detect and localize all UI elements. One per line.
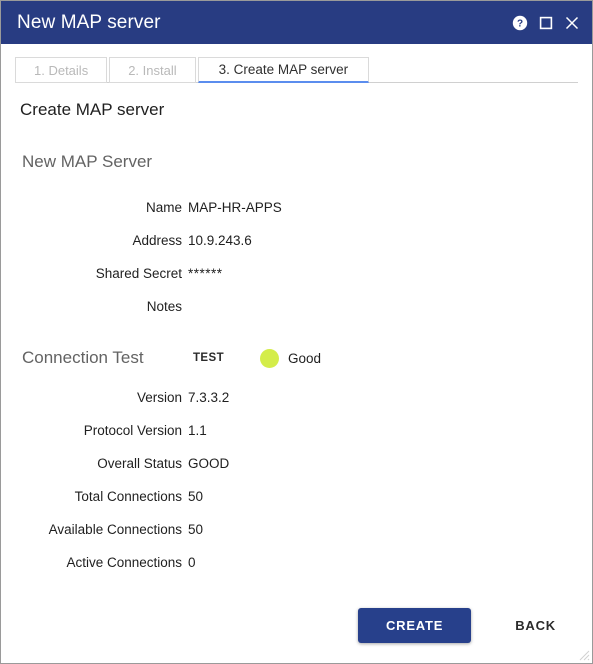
wizard-tabs: 1. Details 2. Install 3. Create MAP serv… bbox=[1, 44, 592, 83]
status-badge: Good bbox=[288, 350, 322, 366]
result-row-available-connections: Available Connections 50 bbox=[15, 522, 578, 537]
result-value-version: 7.3.3.2 bbox=[188, 390, 230, 405]
maximize-icon[interactable] bbox=[539, 16, 553, 30]
window-title: New MAP server bbox=[17, 11, 161, 33]
result-label-total-connections: Total Connections bbox=[74, 489, 182, 504]
result-value-overall-status: GOOD bbox=[188, 456, 230, 471]
result-label-overall-status: Overall Status bbox=[97, 456, 182, 471]
result-label-active-connections: Active Connections bbox=[66, 555, 182, 570]
result-value-available-connections: 50 bbox=[188, 522, 204, 537]
connection-test-row: Connection Test TEST Good bbox=[22, 348, 578, 368]
server-fields-list: Name MAP-HR-APPS Address 10.9.243.6 Shar… bbox=[15, 200, 578, 314]
section-title-new-map-server: New MAP Server bbox=[22, 152, 153, 171]
test-results-list: Version 7.3.3.2 Protocol Version 1.1 Ove… bbox=[15, 390, 578, 570]
result-row-protocol-version: Protocol Version 1.1 bbox=[15, 423, 578, 438]
tab-details[interactable]: 1. Details bbox=[15, 57, 108, 83]
resize-grip[interactable] bbox=[576, 647, 590, 661]
result-value-active-connections: 0 bbox=[188, 555, 196, 570]
window-titlebar: New MAP server ? bbox=[1, 1, 592, 44]
result-row-active-connections: Active Connections 0 bbox=[15, 555, 578, 570]
tab-create-map-server[interactable]: 3. Create MAP server bbox=[197, 57, 370, 83]
wizard-content: Create MAP server New MAP Server Name MA… bbox=[1, 100, 592, 570]
field-label-notes: Notes bbox=[146, 299, 182, 314]
connection-test-title: Connection Test bbox=[22, 348, 144, 367]
status-indicator-dot bbox=[260, 348, 279, 368]
back-button[interactable]: BACK bbox=[501, 608, 570, 643]
result-label-available-connections: Available Connections bbox=[48, 522, 182, 537]
help-icon[interactable]: ? bbox=[512, 15, 528, 31]
close-icon[interactable] bbox=[564, 15, 580, 31]
field-value-name: MAP-HR-APPS bbox=[188, 200, 282, 215]
result-value-protocol-version: 1.1 bbox=[188, 423, 207, 438]
create-button[interactable]: CREATE bbox=[357, 607, 472, 643]
field-label-name: Name bbox=[145, 200, 182, 215]
field-row-address: Address 10.9.243.6 bbox=[15, 233, 578, 248]
result-row-version: Version 7.3.3.2 bbox=[15, 390, 578, 405]
field-row-shared-secret: Shared Secret ****** bbox=[15, 266, 578, 281]
result-row-overall-status: Overall Status GOOD bbox=[15, 456, 578, 471]
result-row-total-connections: Total Connections 50 bbox=[15, 489, 578, 504]
field-value-address: 10.9.243.6 bbox=[188, 233, 252, 248]
field-row-notes: Notes bbox=[15, 299, 578, 314]
field-row-name: Name MAP-HR-APPS bbox=[15, 200, 578, 215]
result-value-total-connections: 50 bbox=[188, 489, 204, 504]
tab-install[interactable]: 2. Install bbox=[109, 57, 196, 83]
page-title: Create MAP server bbox=[20, 100, 165, 119]
result-label-protocol-version: Protocol Version bbox=[83, 423, 182, 438]
result-label-version: Version bbox=[136, 390, 182, 405]
svg-text:?: ? bbox=[517, 18, 523, 29]
new-map-server-window: New MAP server ? 1. Details 2. Install 3… bbox=[0, 0, 593, 664]
field-value-shared-secret: ****** bbox=[188, 266, 223, 281]
field-label-address: Address bbox=[132, 233, 182, 248]
window-controls: ? bbox=[512, 15, 580, 31]
connection-status: Good bbox=[260, 348, 322, 368]
dialog-footer: CREATE BACK bbox=[1, 587, 592, 663]
test-button[interactable]: TEST bbox=[187, 348, 230, 368]
field-label-shared-secret: Shared Secret bbox=[95, 266, 182, 281]
